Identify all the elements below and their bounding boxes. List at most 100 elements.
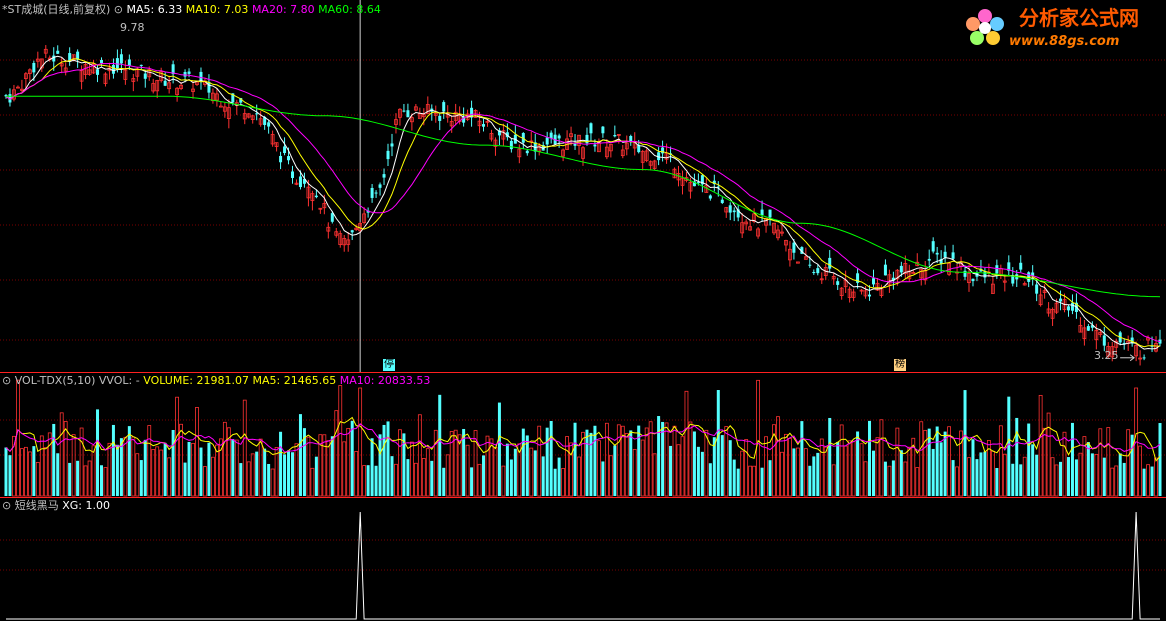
volume-bar <box>1031 444 1035 496</box>
volume-bar <box>760 467 764 496</box>
volume-bar <box>963 390 967 496</box>
volume-bar <box>123 436 128 497</box>
volume-bar <box>338 385 343 497</box>
volume-bar <box>545 427 549 496</box>
candle-body <box>402 110 406 112</box>
volume-bar <box>175 396 180 497</box>
vvol-label: VVOL: - <box>98 374 140 387</box>
volume-bar <box>1038 394 1043 497</box>
volume-bar <box>1090 453 1094 496</box>
volume-bar <box>222 421 227 497</box>
volume-bar <box>632 448 637 497</box>
watermark-url: www.88gs.com <box>1009 34 1120 49</box>
volume-bar <box>593 425 597 496</box>
settings-icon[interactable]: ⊙ <box>114 3 123 16</box>
candle-body <box>708 195 712 199</box>
volume-bar <box>975 459 979 496</box>
xg-indicator-name[interactable]: 短线黑马 <box>15 499 59 512</box>
settings-icon[interactable]: ⊙ <box>2 499 11 512</box>
candle-body <box>183 72 187 77</box>
candle-body <box>139 64 143 66</box>
volume-bar <box>279 431 283 496</box>
vol-indicator-name[interactable]: VOL-TDX(5,10) <box>15 374 96 387</box>
volume-bar <box>800 421 804 496</box>
volume-bar <box>147 425 152 497</box>
candle-body <box>374 192 378 194</box>
volume-bar <box>541 456 545 496</box>
volume-bar <box>569 442 573 497</box>
volume-bar <box>99 465 103 496</box>
volume-bar <box>951 460 955 496</box>
volume-bar <box>91 445 96 497</box>
volume-bar <box>242 399 247 497</box>
volume-bar <box>943 431 947 496</box>
xg-header: ⊙ 短线黑马 XG: 1.00 <box>2 499 110 513</box>
volume-bar <box>1054 464 1059 497</box>
volume-bar <box>608 455 613 497</box>
volume-bar <box>1158 423 1162 496</box>
volume-bar <box>258 438 263 497</box>
volume-bar <box>283 454 287 496</box>
settings-icon[interactable]: ⊙ <box>2 374 11 387</box>
volume-bar <box>863 461 868 497</box>
volume-bar <box>32 446 36 496</box>
candle-body <box>836 281 840 285</box>
volume-bar <box>203 466 207 497</box>
candle-body <box>279 155 283 163</box>
candle-body <box>287 156 291 161</box>
volume-bar <box>696 446 700 496</box>
volume-bar <box>597 440 601 497</box>
volume-bar <box>131 436 136 497</box>
volume-bar <box>291 452 295 496</box>
volume-bar <box>998 425 1003 497</box>
volume-bar <box>513 448 517 496</box>
candle-body <box>816 268 820 274</box>
volume-bar <box>915 467 920 497</box>
volume-bar <box>1154 457 1158 497</box>
volume-bar <box>831 464 836 497</box>
volume-bar <box>334 410 339 497</box>
volume-bar <box>107 442 112 497</box>
volume-bar <box>919 421 924 497</box>
volume-bar <box>521 428 525 496</box>
volume-bar <box>792 448 796 496</box>
volume-bar <box>433 429 438 497</box>
xg-value-label: XG: 1.00 <box>62 499 110 512</box>
candle-body <box>1102 335 1106 346</box>
volume-bar <box>640 439 645 497</box>
candle-body <box>370 187 374 198</box>
candle-body <box>199 71 203 82</box>
volume-bar <box>87 460 92 497</box>
volume-bar <box>1086 442 1090 496</box>
candle-body <box>442 102 446 112</box>
volume-bar <box>875 437 880 497</box>
rank-marker[interactable]: 榜 <box>894 359 906 371</box>
stock-title[interactable]: *ST成城(日线,前复权) <box>2 3 110 16</box>
volume-bar <box>362 465 367 497</box>
candle-body <box>661 147 665 154</box>
ma60-label: MA60: 8.64 <box>318 3 381 16</box>
volume-bar <box>374 465 378 496</box>
volume-bar <box>370 438 374 496</box>
volume-bar <box>887 465 892 497</box>
volume-bar <box>967 457 971 497</box>
volume-bar <box>768 460 772 496</box>
volume-bar <box>103 467 108 497</box>
stop-marker[interactable]: 停 <box>383 359 395 371</box>
volume-bar <box>346 428 351 497</box>
volume-bar <box>409 441 414 497</box>
candle-body <box>187 71 191 74</box>
volume-bar <box>637 425 641 496</box>
volume-bar <box>263 448 267 496</box>
ma5-label: MA5: 6.33 <box>126 3 183 16</box>
volume-bar <box>191 442 195 497</box>
candle-body <box>509 140 513 150</box>
volume-bar <box>776 416 780 497</box>
volume-bar <box>990 450 995 497</box>
volume-bar <box>955 466 959 497</box>
volume-bar <box>604 422 609 497</box>
candle-body <box>545 137 549 145</box>
volume-bar <box>482 455 486 496</box>
volume-bar <box>143 439 147 496</box>
volume-bar <box>1150 466 1154 496</box>
